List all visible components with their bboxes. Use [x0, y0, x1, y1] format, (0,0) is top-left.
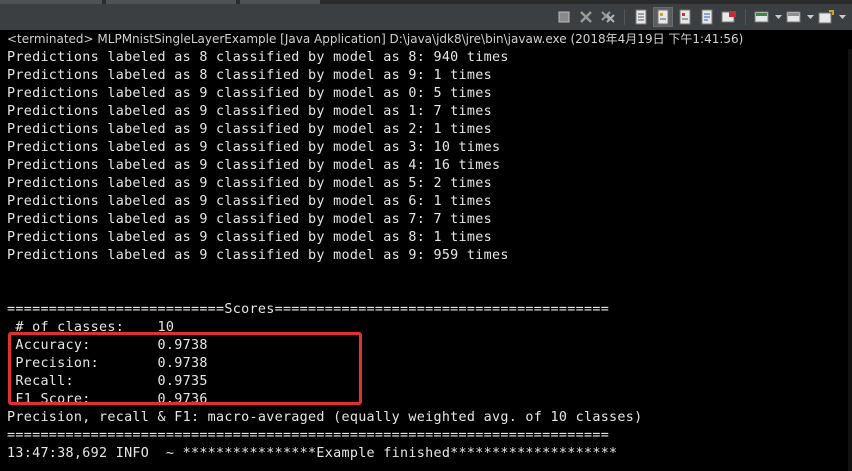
tab-stub[interactable]: [0, 0, 102, 4]
console-output[interactable]: Predictions labeled as 8 classified by m…: [0, 49, 852, 471]
word-wrap-icon[interactable]: [697, 7, 717, 27]
terminate-icon[interactable]: [554, 7, 574, 27]
console-line: ========================================…: [7, 428, 610, 443]
display-selected-console-icon[interactable]: [752, 7, 772, 27]
console-title: <terminated> MLPMnistSingleLayerExample …: [0, 30, 852, 48]
console-line: Predictions labeled as 9 classified by m…: [7, 230, 492, 245]
console-line: Predictions labeled as 9 classified by m…: [7, 212, 492, 227]
chevron-down-icon[interactable]: [838, 7, 846, 27]
remove-launch-icon[interactable]: [576, 7, 596, 27]
console-line: Predictions labeled as 9 classified by m…: [7, 122, 492, 137]
console-toolbar-area: [0, 0, 852, 30]
console-scrollbar[interactable]: [848, 49, 852, 471]
chevron-down-icon[interactable]: [806, 7, 814, 27]
console-line: Predictions labeled as 9 classified by m…: [7, 158, 501, 173]
console-line: Predictions labeled as 9 classified by m…: [7, 248, 509, 263]
show-console-on-error-icon[interactable]: [675, 7, 695, 27]
console-line: 13:47:38,692 INFO ~ ****************Exam…: [7, 446, 618, 461]
new-console-icon[interactable]: [816, 7, 836, 27]
console-line: Predictions labeled as 9 classified by m…: [7, 140, 501, 155]
console-line: Predictions labeled as 9 classified by m…: [7, 104, 492, 119]
open-console-icon[interactable]: [784, 7, 804, 27]
scroll-lock-icon[interactable]: [631, 7, 651, 27]
tab-strip: [0, 0, 852, 4]
pin-console-icon[interactable]: [719, 7, 739, 27]
console-line: Predictions labeled as 9 classified by m…: [7, 176, 492, 191]
console-line: Predictions labeled as 9 classified by m…: [7, 194, 492, 209]
toolbar-separator: [745, 9, 746, 25]
console-line: Predictions labeled as 9 classified by m…: [7, 86, 492, 101]
tab-stub[interactable]: [106, 0, 236, 4]
console-line: Predictions labeled as 8 classified by m…: [7, 50, 509, 65]
toolbar-separator: [624, 9, 625, 25]
console-line: Precision, recall & F1: macro-averaged (…: [7, 410, 643, 425]
tab-stub[interactable]: [240, 0, 320, 4]
show-console-on-output-icon[interactable]: [653, 7, 673, 27]
console-line: ==========================Scores========…: [7, 302, 610, 317]
console-toolbar: [554, 7, 846, 27]
chevron-down-icon[interactable]: [774, 7, 782, 27]
metrics-highlight-box: [8, 332, 362, 405]
console-line: Predictions labeled as 8 classified by m…: [7, 68, 492, 83]
remove-all-terminated-icon[interactable]: [598, 7, 618, 27]
